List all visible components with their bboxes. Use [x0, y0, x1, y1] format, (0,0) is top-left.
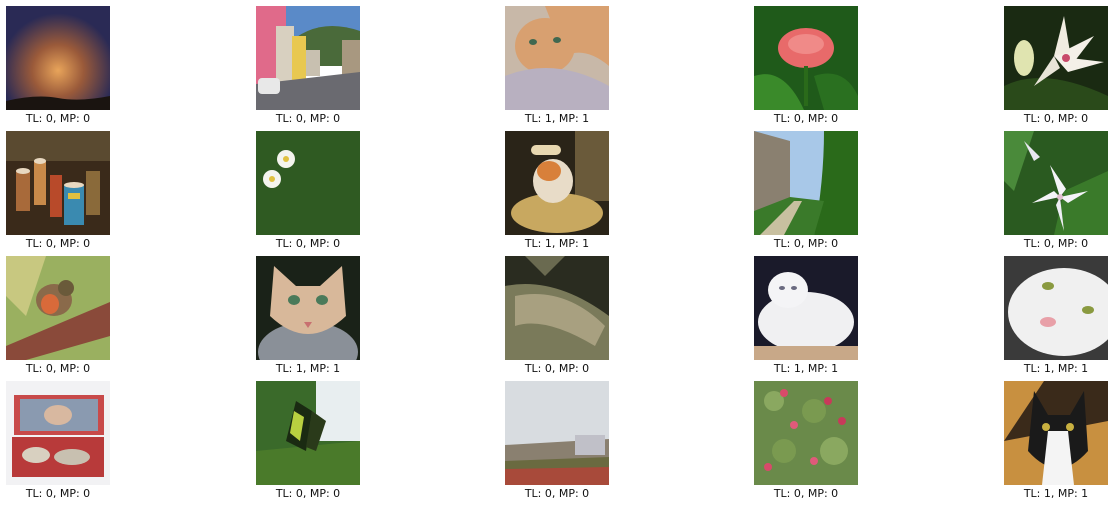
photo-box-image — [6, 381, 110, 485]
butterfly-image — [256, 381, 360, 485]
flower-bush-image — [754, 381, 858, 485]
white-fluffy-cat-image — [754, 256, 858, 360]
image-caption: TL: 0, MP: 0 — [275, 237, 341, 250]
image-caption: TL: 1, MP: 1 — [773, 362, 839, 375]
image-caption: TL: 0, MP: 0 — [25, 112, 91, 125]
black-white-cat-image — [1004, 381, 1108, 485]
image-caption: TL: 0, MP: 0 — [1023, 112, 1089, 125]
image-caption: TL: 0, MP: 0 — [773, 237, 839, 250]
image-caption: TL: 1, MP: 1 — [524, 237, 590, 250]
dark-leaf-image — [505, 256, 609, 360]
cat-cushion-image — [505, 131, 609, 235]
drums-image — [6, 131, 110, 235]
white-cat-closeup-image — [1004, 256, 1108, 360]
orange-cat-image — [505, 6, 609, 110]
daisies-image — [256, 131, 360, 235]
image-caption: TL: 0, MP: 0 — [25, 362, 91, 375]
image-caption: TL: 0, MP: 0 — [25, 487, 91, 500]
robin-image — [6, 256, 110, 360]
lily-image — [1004, 6, 1108, 110]
image-caption: TL: 1, MP: 1 — [1023, 487, 1089, 500]
street-image — [256, 6, 360, 110]
cloudy-town-image — [505, 381, 609, 485]
image-caption: TL: 0, MP: 0 — [25, 237, 91, 250]
star-flowers-image — [1004, 131, 1108, 235]
image-caption: TL: 0, MP: 0 — [1023, 237, 1089, 250]
sunset-image — [6, 6, 110, 110]
image-caption: TL: 1, MP: 1 — [275, 362, 341, 375]
image-caption: TL: 0, MP: 0 — [524, 362, 590, 375]
image-caption: TL: 1, MP: 1 — [1023, 362, 1089, 375]
image-caption: TL: 0, MP: 0 — [275, 487, 341, 500]
rose-image — [754, 6, 858, 110]
image-caption: TL: 0, MP: 0 — [773, 487, 839, 500]
garden-path-image — [754, 131, 858, 235]
image-caption: TL: 0, MP: 0 — [275, 112, 341, 125]
cat-face-image — [256, 256, 360, 360]
image-caption: TL: 1, MP: 1 — [524, 112, 590, 125]
image-caption: TL: 0, MP: 0 — [524, 487, 590, 500]
image-caption: TL: 0, MP: 0 — [773, 112, 839, 125]
